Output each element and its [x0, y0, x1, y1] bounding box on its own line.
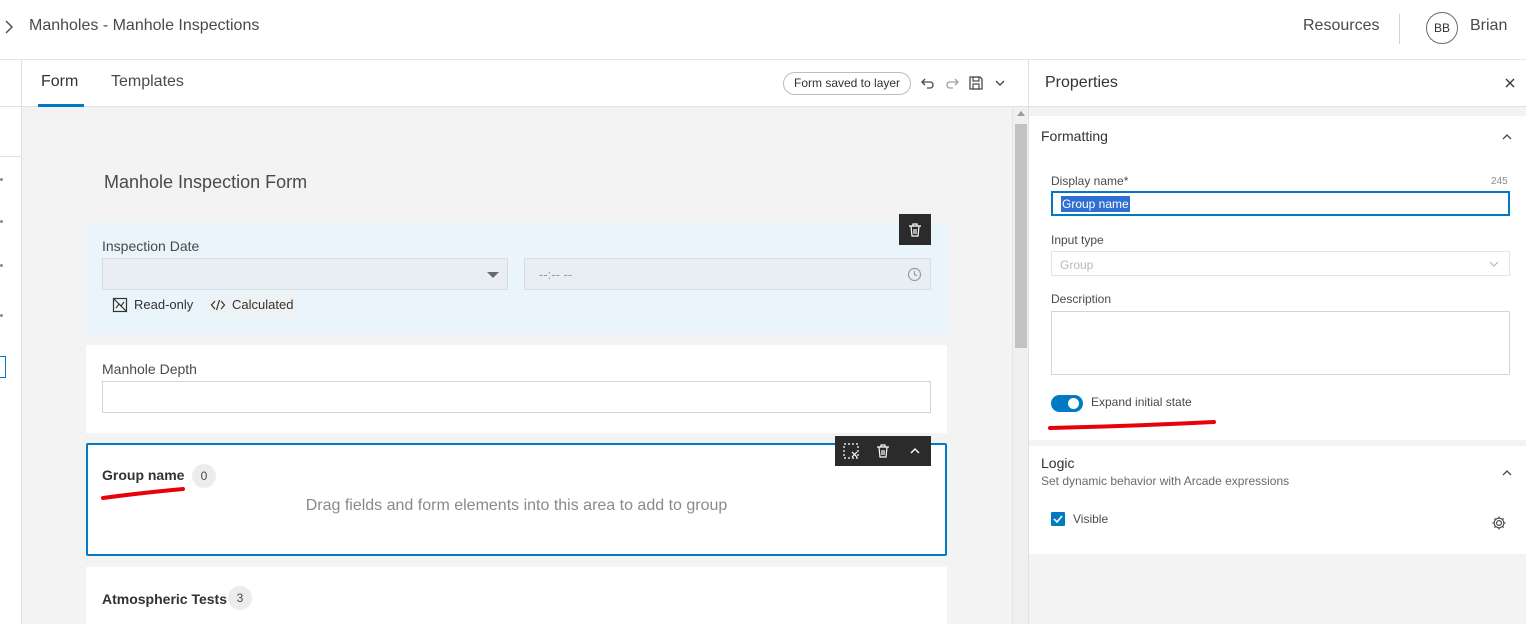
manhole-depth-input — [102, 381, 931, 413]
expand-toggle[interactable] — [1051, 395, 1083, 412]
code-icon — [210, 299, 226, 311]
description-textarea[interactable] — [1051, 311, 1510, 375]
tab-templates[interactable]: Templates — [111, 73, 184, 91]
caret-down-icon — [487, 272, 499, 278]
calculated-chip: Calculated — [206, 293, 300, 317]
undo-icon[interactable] — [920, 75, 936, 91]
formatting-section: Formatting — [1029, 116, 1526, 440]
chevron-right-icon[interactable] — [2, 18, 16, 36]
rail-item-marker[interactable] — [0, 314, 3, 317]
inspection-date-label: Inspection Date — [102, 238, 200, 254]
rail-item-marker[interactable] — [0, 178, 3, 181]
logic-title[interactable]: Logic — [1041, 455, 1074, 471]
user-name[interactable]: Brian — [1470, 17, 1507, 35]
form-builder-toolbar: Form Templates Form saved to layer — [22, 60, 1028, 107]
input-type-select: Group — [1051, 251, 1510, 276]
inspection-date-input — [102, 258, 508, 290]
chevron-up-icon[interactable] — [1501, 468, 1513, 476]
left-rail — [0, 60, 22, 624]
rail-divider — [0, 156, 21, 157]
trash-icon — [877, 444, 889, 458]
field-toolbar — [899, 214, 931, 245]
readonly-icon — [112, 297, 128, 313]
rail-item-marker[interactable] — [0, 220, 3, 223]
inspection-time-input: --:-- -- — [524, 258, 931, 290]
group-count-badge: 0 — [192, 464, 216, 488]
logic-section: Logic Set dynamic behavior with Arcade e… — [1029, 446, 1526, 554]
app-title: Manholes - Manhole Inspections — [29, 17, 260, 34]
ungroup-button[interactable] — [835, 436, 867, 466]
manhole-depth-label: Manhole Depth — [102, 361, 197, 377]
chevron-up-icon — [910, 448, 920, 454]
display-name-input[interactable]: Group name — [1051, 191, 1510, 216]
chevron-down-icon[interactable] — [992, 75, 1008, 91]
delete-button[interactable] — [899, 215, 931, 245]
display-name-value: Group name — [1061, 196, 1130, 212]
chevron-down-icon — [1489, 261, 1499, 267]
manhole-depth-card[interactable]: Manhole Depth — [86, 345, 947, 433]
properties-title: Properties — [1045, 74, 1118, 91]
gear-icon[interactable] — [1491, 515, 1507, 531]
calculated-label: Calculated — [232, 297, 294, 312]
group-card[interactable]: Group name 0 Drag fields and form elemen… — [86, 443, 947, 556]
visible-checkbox[interactable] — [1051, 512, 1065, 526]
atmospheric-count-badge: 3 — [228, 586, 252, 610]
check-icon — [1053, 515, 1063, 524]
tab-form[interactable]: Form — [41, 73, 78, 91]
expand-toggle-label: Expand initial state — [1091, 395, 1192, 409]
ungroup-icon — [843, 443, 859, 459]
display-name-label: Display name* — [1051, 174, 1129, 188]
rail-divider — [0, 106, 21, 107]
group-toolbar — [835, 436, 931, 466]
group-name-label: Group name — [102, 467, 185, 483]
collapse-group-button[interactable] — [899, 436, 931, 466]
resources-link[interactable]: Resources — [1303, 17, 1379, 35]
time-placeholder: --:-- -- — [539, 267, 573, 282]
description-label: Description — [1051, 292, 1112, 306]
input-type-label: Input type — [1051, 233, 1104, 247]
input-type-value: Group — [1060, 258, 1094, 272]
visible-label: Visible — [1073, 512, 1109, 526]
save-icon[interactable] — [968, 75, 984, 91]
scroll-up-arrow[interactable] — [1017, 111, 1025, 116]
avatar[interactable]: BB — [1426, 12, 1458, 44]
save-status-chip: Form saved to layer — [783, 72, 912, 95]
readonly-chip: Read-only — [108, 293, 199, 317]
formatting-title[interactable]: Formatting — [1041, 128, 1108, 144]
group-drop-hint: Drag fields and form elements into this … — [305, 497, 728, 514]
form-title[interactable]: Manhole Inspection Form — [104, 172, 307, 193]
rail-selected-item[interactable] — [0, 356, 6, 378]
scroll-thumb[interactable] — [1015, 124, 1027, 348]
canvas-scrollbar[interactable] — [1012, 107, 1028, 624]
properties-header: Properties — [1029, 60, 1526, 107]
display-name-char-count: 245 — [1491, 176, 1508, 187]
inspection-date-card[interactable]: Inspection Date --:-- -- Read-only Calcu… — [86, 222, 947, 334]
properties-panel: Properties Formatting Display name* 245 … — [1028, 60, 1526, 624]
close-icon[interactable] — [1503, 76, 1517, 90]
toggle-knob — [1068, 398, 1079, 409]
chevron-up-icon[interactable] — [1501, 132, 1513, 140]
readonly-label: Read-only — [134, 297, 194, 312]
rail-item-marker[interactable] — [0, 264, 3, 267]
trash-icon — [909, 222, 921, 237]
redo-icon[interactable] — [944, 75, 960, 91]
logic-subtitle: Set dynamic behavior with Arcade express… — [1041, 474, 1290, 488]
atmospheric-tests-label: Atmospheric Tests — [102, 591, 227, 607]
atmospheric-tests-card[interactable]: Atmospheric Tests 3 — [86, 567, 947, 624]
clock-icon — [907, 267, 922, 282]
header-divider — [1399, 14, 1400, 44]
app-header: Manholes - Manhole Inspections Resources… — [0, 0, 1526, 60]
delete-group-button[interactable] — [867, 436, 899, 466]
